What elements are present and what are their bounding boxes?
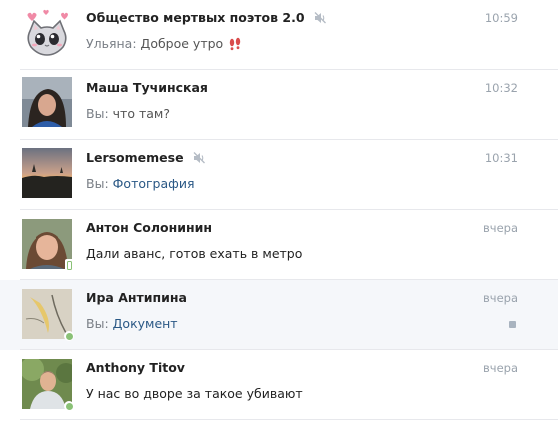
avatar[interactable] bbox=[22, 77, 72, 127]
message-sender: Вы: bbox=[86, 106, 109, 121]
avatar[interactable] bbox=[22, 289, 74, 341]
message-text: Доброе утро bbox=[140, 36, 224, 51]
online-mobile-icon bbox=[65, 259, 74, 272]
dialog-name-text: Общество мертвых поэтов 2.0 bbox=[86, 10, 305, 25]
unread-indicator bbox=[509, 321, 516, 328]
message-attachment-link[interactable]: Документ bbox=[113, 316, 178, 331]
dialog-name-text: Антон Солонинин bbox=[86, 220, 213, 235]
online-indicator-icon bbox=[64, 331, 74, 341]
dialog-name: Ира Антипина bbox=[86, 290, 187, 305]
message-sender: Вы: bbox=[86, 316, 109, 331]
dialog-name-text: Ира Антипина bbox=[86, 290, 187, 305]
dialog-name: Маша Тучинская bbox=[86, 80, 208, 95]
online-indicator-icon bbox=[64, 401, 74, 411]
divider bbox=[20, 419, 558, 420]
dialog-row[interactable]: Anthony Titov У нас во дворе за такое уб… bbox=[0, 350, 558, 420]
dialog-row[interactable]: Маша Тучинская Вы: что там? 10:32 bbox=[0, 70, 558, 140]
dialog-time: вчера bbox=[483, 221, 518, 235]
message-text: что там? bbox=[112, 106, 170, 121]
avatar[interactable] bbox=[22, 359, 74, 411]
dialog-name-text: Anthony Titov bbox=[86, 360, 185, 375]
dialog-time: 10:31 bbox=[484, 151, 518, 165]
message-sender: Вы: bbox=[86, 176, 109, 191]
avatar[interactable] bbox=[22, 9, 72, 59]
dialog-last-message: Вы: что там? bbox=[86, 106, 170, 121]
dialog-list: Общество мертвых поэтов 2.0 Ульяна: Добр… bbox=[0, 0, 558, 427]
dialog-last-message: У нас во дворе за такое убивают bbox=[86, 386, 303, 401]
footprints-icon bbox=[228, 37, 242, 51]
dialog-time: вчера bbox=[483, 291, 518, 305]
muted-speaker-icon bbox=[314, 11, 327, 24]
dialog-last-message: Ульяна: Доброе утро bbox=[86, 36, 242, 51]
dialog-name: Общество мертвых поэтов 2.0 bbox=[86, 10, 327, 25]
dialog-name: Антон Солонинин bbox=[86, 220, 212, 235]
dialog-time: вчера bbox=[483, 361, 518, 375]
dialog-row[interactable]: Антон Солонинин Дали аванс, готов ехать … bbox=[0, 210, 558, 280]
dialog-name-text: Маша Тучинская bbox=[86, 80, 208, 95]
user-photo bbox=[22, 77, 72, 127]
cat-sticker-icon bbox=[22, 9, 72, 59]
dialog-last-message: Вы: Фотография bbox=[86, 176, 195, 191]
dialog-row[interactable]: Lersomemese Вы: Фотография 10:31 bbox=[0, 140, 558, 210]
message-text: Дали аванс, готов ехать в метро bbox=[86, 246, 303, 261]
sunset-photo bbox=[22, 148, 72, 198]
dialog-name: Anthony Titov bbox=[86, 360, 185, 375]
dialog-time: 10:59 bbox=[484, 11, 518, 25]
dialog-time: 10:32 bbox=[484, 81, 518, 95]
dialog-last-message: Дали аванс, готов ехать в метро bbox=[86, 246, 302, 261]
avatar[interactable] bbox=[22, 148, 72, 198]
dialog-row[interactable]: Общество мертвых поэтов 2.0 Ульяна: Добр… bbox=[0, 0, 558, 70]
message-attachment-link[interactable]: Фотография bbox=[113, 176, 195, 191]
avatar[interactable] bbox=[22, 219, 74, 272]
dialog-row[interactable]: Ира Антипина Вы: Документ вчера bbox=[0, 280, 558, 350]
message-sender: Ульяна: bbox=[86, 36, 137, 51]
muted-speaker-icon bbox=[193, 151, 206, 164]
dialog-name-text: Lersomemese bbox=[86, 150, 184, 165]
dialog-name: Lersomemese bbox=[86, 150, 206, 165]
dialog-last-message: Вы: Документ bbox=[86, 316, 178, 331]
message-text: У нас во дворе за такое убивают bbox=[86, 386, 303, 401]
